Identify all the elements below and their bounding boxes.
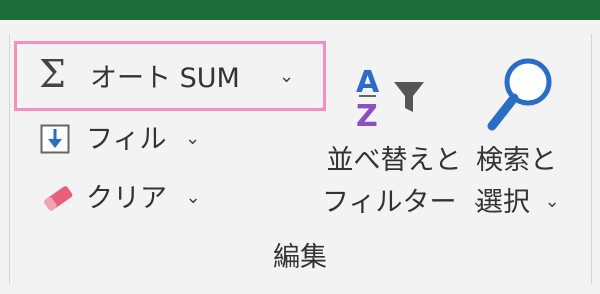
svg-text:A: A (356, 65, 380, 100)
find-select-button[interactable]: 選択 ⌄ (476, 186, 560, 220)
chevron-down-icon[interactable]: ⌄ (279, 68, 294, 86)
sort-filter-label-line1[interactable]: 並べ替えと (322, 144, 466, 178)
eraser-icon (44, 186, 73, 211)
chevron-down-icon: ⌄ (185, 187, 201, 208)
clear-label: クリア (86, 183, 167, 214)
sort-filter-button[interactable]: フィルター ⌄ (322, 186, 486, 220)
autosum-label: オート SUM (90, 63, 240, 94)
autosum-button[interactable]: Σ オート SUM ⌄ (14, 41, 326, 111)
chevron-down-icon: ⌄ (185, 128, 201, 149)
sort-filter-label-line2: フィルター (322, 187, 457, 218)
title-bar (0, 0, 600, 20)
fill-label: フィル (86, 124, 167, 155)
fill-down-icon (40, 124, 70, 154)
find-select-label-line2: 選択 (476, 187, 530, 218)
magnifier-icon[interactable] (486, 52, 558, 140)
group-label: 編集 (273, 242, 327, 273)
sigma-icon: Σ (39, 52, 66, 96)
svg-text:Z: Z (356, 99, 378, 134)
find-select-label-line1[interactable]: 検索と (476, 144, 557, 178)
fill-button[interactable]: フィル ⌄ (86, 123, 200, 157)
clear-button[interactable]: クリア ⌄ (86, 182, 201, 216)
chevron-down-icon: ⌄ (544, 191, 560, 212)
sort-filter-icon[interactable]: A Z (352, 62, 432, 134)
